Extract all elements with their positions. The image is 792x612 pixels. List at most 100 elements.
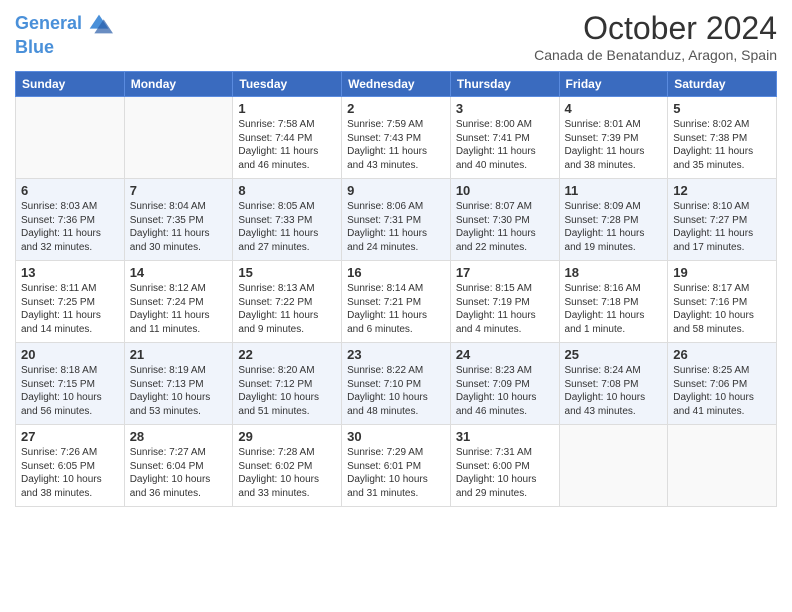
day-header-friday: Friday	[559, 72, 668, 97]
cal-cell: 7 Sunrise: 8:04 AM Sunset: 7:35 PM Daylig…	[124, 179, 233, 261]
cal-cell: 13 Sunrise: 8:11 AM Sunset: 7:25 PM Dayli…	[16, 261, 125, 343]
cal-cell: 27 Sunrise: 7:26 AM Sunset: 6:05 PM Dayli…	[16, 425, 125, 507]
cal-cell: 24Sunrise: 8:23 AM Sunset: 7:09 PM Dayli…	[450, 343, 559, 425]
cell-info: Sunrise: 8:22 AM Sunset: 7:10 PM Dayligh…	[347, 364, 445, 418]
calendar-week-row: 6 Sunrise: 8:03 AM Sunset: 7:36 PM Daylig…	[16, 179, 777, 261]
cell-info: Sunrise: 7:28 AM Sunset: 6:02 PM Dayligh…	[238, 446, 336, 500]
day-number: 2	[347, 101, 445, 116]
day-number: 16	[347, 265, 445, 280]
cal-cell: 16Sunrise: 8:14 AM Sunset: 7:21 PM Dayli…	[342, 261, 451, 343]
header: General Blue October 2024 Canada de Bena…	[15, 10, 777, 63]
cell-info: Sunrise: 8:24 AM Sunset: 7:08 PM Dayligh…	[565, 364, 663, 418]
title-block: October 2024 Canada de Benatanduz, Arago…	[534, 10, 777, 63]
day-number: 26	[673, 347, 771, 362]
calendar-week-row: 13 Sunrise: 8:11 AM Sunset: 7:25 PM Dayli…	[16, 261, 777, 343]
cell-info: Sunrise: 8:02 AM Sunset: 7:38 PM Dayligh…	[673, 118, 771, 172]
cell-info: Sunrise: 8:04 AM Sunset: 7:35 PM Dayligh…	[130, 200, 228, 254]
cal-cell: 31Sunrise: 7:31 AM Sunset: 6:00 PM Dayli…	[450, 425, 559, 507]
cal-cell	[668, 425, 777, 507]
cell-info: Sunrise: 7:29 AM Sunset: 6:01 PM Dayligh…	[347, 446, 445, 500]
day-number: 12	[673, 183, 771, 198]
cal-cell: 17Sunrise: 8:15 AM Sunset: 7:19 PM Dayli…	[450, 261, 559, 343]
cal-cell: 8Sunrise: 8:05 AM Sunset: 7:33 PM Daylig…	[233, 179, 342, 261]
cal-cell: 28 Sunrise: 7:27 AM Sunset: 6:04 PM Dayli…	[124, 425, 233, 507]
month-title: October 2024	[534, 10, 777, 47]
cal-cell: 29 Sunrise: 7:28 AM Sunset: 6:02 PM Dayli…	[233, 425, 342, 507]
cal-cell: 18Sunrise: 8:16 AM Sunset: 7:18 PM Dayli…	[559, 261, 668, 343]
cell-info: Sunrise: 8:13 AM Sunset: 7:22 PM Dayligh…	[238, 282, 336, 336]
day-number: 21	[130, 347, 228, 362]
cell-info: Sunrise: 7:27 AM Sunset: 6:04 PM Dayligh…	[130, 446, 228, 500]
day-number: 31	[456, 429, 554, 444]
day-number: 11	[565, 183, 663, 198]
day-number: 28	[130, 429, 228, 444]
calendar-week-row: 27 Sunrise: 7:26 AM Sunset: 6:05 PM Dayli…	[16, 425, 777, 507]
calendar-header-row: SundayMondayTuesdayWednesdayThursdayFrid…	[16, 72, 777, 97]
cal-cell: 26Sunrise: 8:25 AM Sunset: 7:06 PM Dayli…	[668, 343, 777, 425]
cal-cell: 2 Sunrise: 7:59 AM Sunset: 7:43 PM Daylig…	[342, 97, 451, 179]
cell-info: Sunrise: 8:10 AM Sunset: 7:27 PM Dayligh…	[673, 200, 771, 254]
page: General Blue October 2024 Canada de Bena…	[0, 0, 792, 612]
day-number: 13	[21, 265, 119, 280]
day-number: 20	[21, 347, 119, 362]
day-number: 30	[347, 429, 445, 444]
cell-info: Sunrise: 8:05 AM Sunset: 7:33 PM Dayligh…	[238, 200, 336, 254]
day-number: 23	[347, 347, 445, 362]
day-header-wednesday: Wednesday	[342, 72, 451, 97]
cell-info: Sunrise: 8:19 AM Sunset: 7:13 PM Dayligh…	[130, 364, 228, 418]
day-number: 3	[456, 101, 554, 116]
cal-cell: 12 Sunrise: 8:10 AM Sunset: 7:27 PM Dayli…	[668, 179, 777, 261]
day-header-monday: Monday	[124, 72, 233, 97]
day-number: 5	[673, 101, 771, 116]
day-number: 7	[130, 183, 228, 198]
cal-cell: 6 Sunrise: 8:03 AM Sunset: 7:36 PM Daylig…	[16, 179, 125, 261]
cell-info: Sunrise: 8:17 AM Sunset: 7:16 PM Dayligh…	[673, 282, 771, 336]
cal-cell	[124, 97, 233, 179]
cell-info: Sunrise: 8:18 AM Sunset: 7:15 PM Dayligh…	[21, 364, 119, 418]
cell-info: Sunrise: 8:20 AM Sunset: 7:12 PM Dayligh…	[238, 364, 336, 418]
cell-info: Sunrise: 7:26 AM Sunset: 6:05 PM Dayligh…	[21, 446, 119, 500]
day-number: 6	[21, 183, 119, 198]
cal-cell: 5 Sunrise: 8:02 AM Sunset: 7:38 PM Daylig…	[668, 97, 777, 179]
cal-cell: 15 Sunrise: 8:13 AM Sunset: 7:22 PM Dayli…	[233, 261, 342, 343]
cell-info: Sunrise: 8:06 AM Sunset: 7:31 PM Dayligh…	[347, 200, 445, 254]
cal-cell: 14 Sunrise: 8:12 AM Sunset: 7:24 PM Dayli…	[124, 261, 233, 343]
cell-info: Sunrise: 8:07 AM Sunset: 7:30 PM Dayligh…	[456, 200, 554, 254]
cell-info: Sunrise: 7:59 AM Sunset: 7:43 PM Dayligh…	[347, 118, 445, 172]
cal-cell: 20 Sunrise: 8:18 AM Sunset: 7:15 PM Dayli…	[16, 343, 125, 425]
day-number: 9	[347, 183, 445, 198]
cal-cell: 30 Sunrise: 7:29 AM Sunset: 6:01 PM Dayli…	[342, 425, 451, 507]
cal-cell: 19 Sunrise: 8:17 AM Sunset: 7:16 PM Dayli…	[668, 261, 777, 343]
day-number: 19	[673, 265, 771, 280]
cell-info: Sunrise: 8:00 AM Sunset: 7:41 PM Dayligh…	[456, 118, 554, 172]
logo: General Blue	[15, 10, 113, 58]
cal-cell: 22 Sunrise: 8:20 AM Sunset: 7:12 PM Dayli…	[233, 343, 342, 425]
cal-cell: 21 Sunrise: 8:19 AM Sunset: 7:13 PM Dayli…	[124, 343, 233, 425]
cal-cell: 3 Sunrise: 8:00 AM Sunset: 7:41 PM Daylig…	[450, 97, 559, 179]
day-number: 27	[21, 429, 119, 444]
location-title: Canada de Benatanduz, Aragon, Spain	[534, 47, 777, 63]
cal-cell: 23 Sunrise: 8:22 AM Sunset: 7:10 PM Dayli…	[342, 343, 451, 425]
day-number: 15	[238, 265, 336, 280]
calendar-week-row: 20 Sunrise: 8:18 AM Sunset: 7:15 PM Dayli…	[16, 343, 777, 425]
logo-icon	[85, 10, 113, 38]
day-number: 24	[456, 347, 554, 362]
day-header-tuesday: Tuesday	[233, 72, 342, 97]
day-header-saturday: Saturday	[668, 72, 777, 97]
cal-cell: 11Sunrise: 8:09 AM Sunset: 7:28 PM Dayli…	[559, 179, 668, 261]
cal-cell: 4Sunrise: 8:01 AM Sunset: 7:39 PM Daylig…	[559, 97, 668, 179]
day-number: 18	[565, 265, 663, 280]
cell-info: Sunrise: 8:03 AM Sunset: 7:36 PM Dayligh…	[21, 200, 119, 254]
cal-cell: 1Sunrise: 7:58 AM Sunset: 7:44 PM Daylig…	[233, 97, 342, 179]
day-number: 22	[238, 347, 336, 362]
day-number: 10	[456, 183, 554, 198]
cal-cell	[16, 97, 125, 179]
cal-cell: 25Sunrise: 8:24 AM Sunset: 7:08 PM Dayli…	[559, 343, 668, 425]
cell-info: Sunrise: 8:11 AM Sunset: 7:25 PM Dayligh…	[21, 282, 119, 336]
logo-text: General	[15, 14, 82, 34]
cell-info: Sunrise: 8:12 AM Sunset: 7:24 PM Dayligh…	[130, 282, 228, 336]
day-number: 29	[238, 429, 336, 444]
cell-info: Sunrise: 7:58 AM Sunset: 7:44 PM Dayligh…	[238, 118, 336, 172]
day-number: 14	[130, 265, 228, 280]
day-header-thursday: Thursday	[450, 72, 559, 97]
